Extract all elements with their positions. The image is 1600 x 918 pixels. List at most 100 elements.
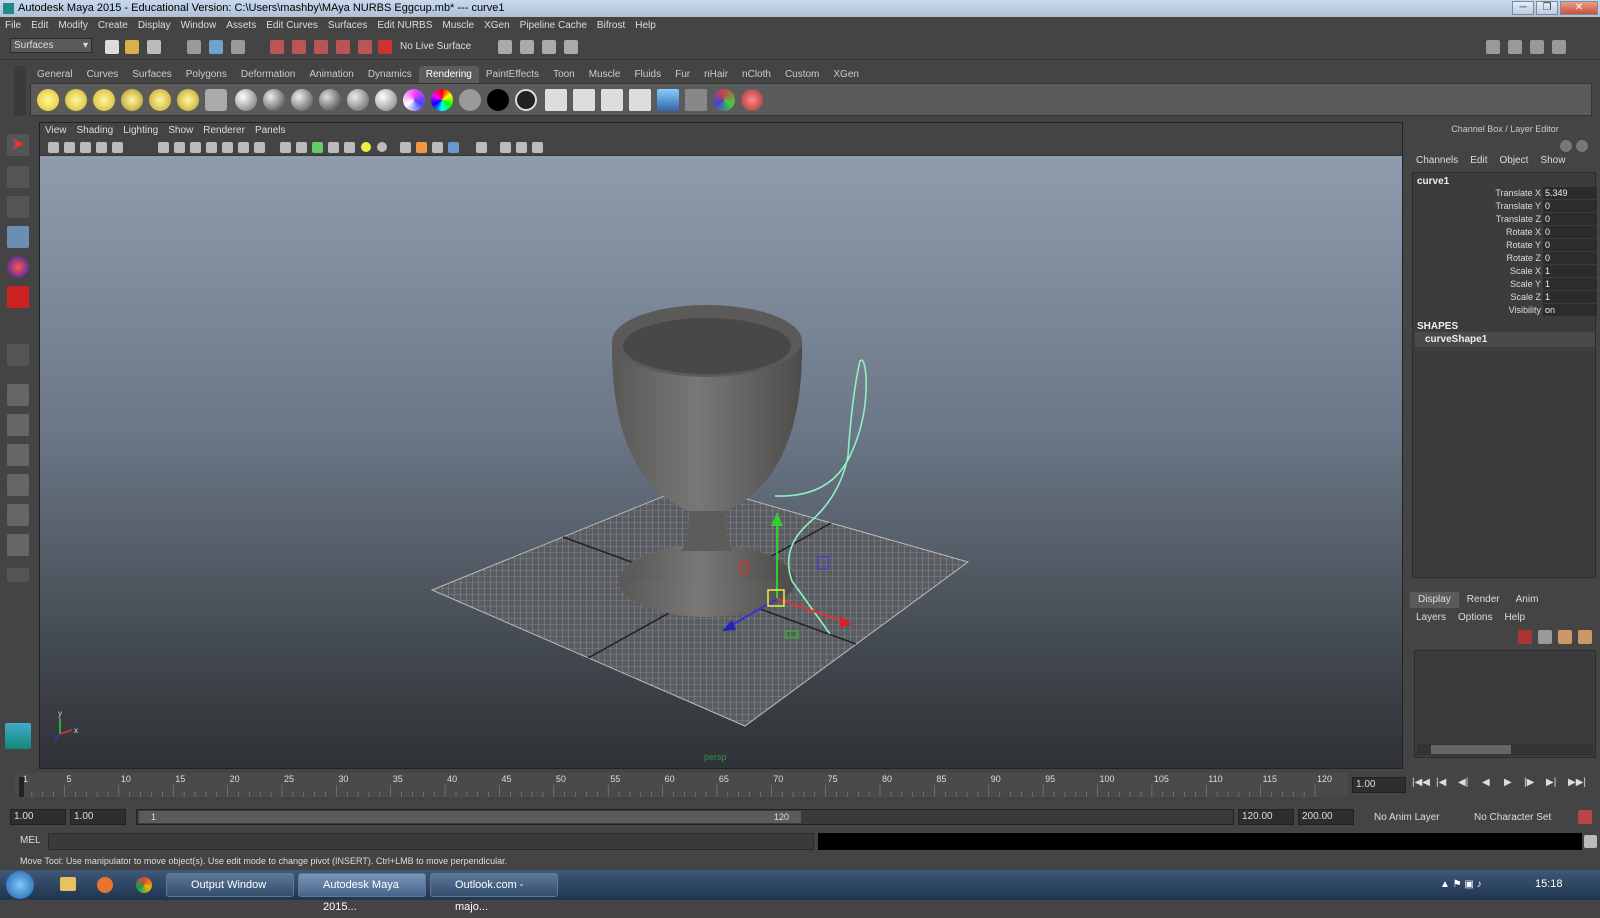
modeling-toolkit-icon[interactable]	[1486, 40, 1500, 54]
cb-menu-show[interactable]: Show	[1534, 155, 1571, 166]
shader-icon[interactable]	[487, 89, 509, 111]
task-output-window[interactable]: Output Window	[166, 873, 294, 897]
shader-icon[interactable]	[459, 89, 481, 111]
horizontal-scrollbar[interactable]	[1417, 744, 1593, 755]
range-slider-handle[interactable]: 1 120	[139, 811, 801, 823]
shelf-tab-curves[interactable]: Curves	[80, 66, 126, 83]
attr-row[interactable]: Rotate Z0	[1413, 252, 1597, 265]
spot-light-icon[interactable]	[121, 89, 143, 111]
shelf-tab-custom[interactable]: Custom	[778, 66, 826, 83]
layout-graph-icon[interactable]	[7, 474, 29, 496]
select-component-icon[interactable]	[231, 40, 245, 54]
attr-row[interactable]: Scale Y1	[1413, 278, 1597, 291]
tab-display[interactable]: Display	[1410, 592, 1459, 608]
texture-icon[interactable]	[713, 89, 735, 111]
maya-logo-icon[interactable]	[5, 723, 31, 749]
layout-hypershade-icon[interactable]	[7, 504, 29, 526]
attr-value[interactable]: 0	[1543, 226, 1597, 238]
le-menu-help[interactable]: Help	[1498, 612, 1531, 623]
task-maya[interactable]: Autodesk Maya 2015...	[298, 873, 426, 913]
shader-icon[interactable]	[319, 89, 341, 111]
tab-anim[interactable]: Anim	[1508, 592, 1547, 608]
minimize-button[interactable]: ─	[1512, 1, 1534, 15]
toolbox-expand-icon[interactable]	[7, 568, 29, 582]
step-back-frame-icon[interactable]: ◀|	[1458, 777, 1468, 788]
scale-tool-icon[interactable]	[7, 286, 29, 308]
shader-icon[interactable]	[515, 89, 537, 111]
open-scene-icon[interactable]	[125, 40, 139, 54]
channel-box-options-icon[interactable]	[1576, 140, 1588, 152]
playback-start-field[interactable]: 1.00	[70, 809, 126, 825]
shelf-tab-dynamics[interactable]: Dynamics	[361, 66, 419, 83]
attr-value[interactable]: 5.349	[1543, 187, 1597, 199]
attr-value[interactable]: 1	[1543, 278, 1597, 290]
explorer-icon[interactable]	[60, 877, 76, 891]
select-object-icon[interactable]	[209, 40, 223, 54]
le-menu-options[interactable]: Options	[1452, 612, 1498, 623]
attr-row[interactable]: Rotate X0	[1413, 226, 1597, 239]
new-layer-selected-icon[interactable]	[1538, 630, 1552, 644]
tab-render[interactable]: Render	[1459, 592, 1508, 608]
vp-menu-view[interactable]: View	[40, 123, 72, 139]
attr-row[interactable]: Translate Z0	[1413, 213, 1597, 226]
save-scene-icon[interactable]	[147, 40, 161, 54]
shader-icon[interactable]	[235, 89, 257, 111]
cb-menu-object[interactable]: Object	[1494, 155, 1535, 166]
menu-xgen[interactable]: XGen	[479, 17, 515, 34]
shelf-tab-rendering[interactable]: Rendering	[418, 66, 479, 83]
attr-value[interactable]: 0	[1543, 200, 1597, 212]
render-icon[interactable]	[629, 89, 651, 111]
time-slider[interactable]: 1 5 10 15 20 25 30 35 40 45 50 55 60 65 70 75 80 85 90 95 10…	[15, 773, 1348, 797]
paint-brush-icon[interactable]	[741, 89, 763, 111]
ambient-light-icon[interactable]	[37, 89, 59, 111]
rotate-tool-icon[interactable]	[7, 256, 29, 278]
cb-menu-channels[interactable]: Channels	[1410, 155, 1464, 166]
menu-help[interactable]: Help	[630, 17, 661, 34]
history-icon[interactable]	[498, 40, 512, 54]
shelf-tab-nhair[interactable]: nHair	[697, 66, 735, 83]
new-layer-icon[interactable]	[1518, 630, 1532, 644]
attr-row[interactable]: Scale X1	[1413, 265, 1597, 278]
shelf-tab-deformation[interactable]: Deformation	[234, 66, 302, 83]
vp-menu-renderer[interactable]: Renderer	[198, 123, 250, 139]
command-input[interactable]	[48, 833, 814, 850]
menu-modify[interactable]: Modify	[53, 17, 92, 34]
tray-icons[interactable]: ▲ ⚑ ▣ ♪	[1440, 879, 1482, 890]
le-menu-layers[interactable]: Layers	[1410, 612, 1452, 623]
play-backwards-icon[interactable]: ◀	[1482, 777, 1490, 788]
layout-outliner-icon[interactable]	[7, 444, 29, 466]
shelf-tab-toon[interactable]: Toon	[546, 66, 582, 83]
ipr-render-icon[interactable]	[542, 40, 556, 54]
menu-create[interactable]: Create	[93, 17, 133, 34]
start-button[interactable]	[6, 871, 34, 899]
vp-menu-shading[interactable]: Shading	[72, 123, 119, 139]
menu-set-dropdown[interactable]: Surfaces ▾	[10, 38, 92, 53]
menu-assets[interactable]: Assets	[221, 17, 261, 34]
shelf-tab-general[interactable]: General	[30, 66, 80, 83]
media-player-icon[interactable]	[97, 877, 113, 893]
snap-view-plane-icon[interactable]	[336, 40, 350, 54]
render-frame-icon[interactable]	[520, 40, 534, 54]
attr-row[interactable]: Scale Z1	[1413, 291, 1597, 304]
render-icon[interactable]	[601, 89, 623, 111]
layer-add-icon[interactable]	[1578, 630, 1592, 644]
attr-value[interactable]: 1	[1543, 291, 1597, 303]
lasso-tool-icon[interactable]	[7, 166, 29, 188]
ramp-shader-icon[interactable]	[431, 89, 453, 111]
clock[interactable]: 15:18	[1535, 878, 1563, 890]
menu-file[interactable]: File	[0, 17, 26, 34]
render-icon[interactable]	[573, 89, 595, 111]
new-scene-icon[interactable]	[105, 40, 119, 54]
vp-menu-show[interactable]: Show	[163, 123, 198, 139]
shelf-tab-xgen[interactable]: XGen	[826, 66, 866, 83]
cb-menu-edit[interactable]: Edit	[1464, 155, 1493, 166]
attr-row[interactable]: Visibility on	[1413, 304, 1597, 317]
shelf-handle[interactable]	[14, 66, 26, 116]
step-back-key-icon[interactable]: |◀	[1436, 777, 1446, 788]
layout-single-icon[interactable]	[7, 384, 29, 406]
eggcup-model[interactable]	[611, 305, 803, 617]
task-outlook[interactable]: Outlook.com - majo...	[430, 873, 558, 913]
render-settings-icon[interactable]	[564, 40, 578, 54]
select-hierarchy-icon[interactable]	[187, 40, 201, 54]
shader-icon[interactable]	[263, 89, 285, 111]
